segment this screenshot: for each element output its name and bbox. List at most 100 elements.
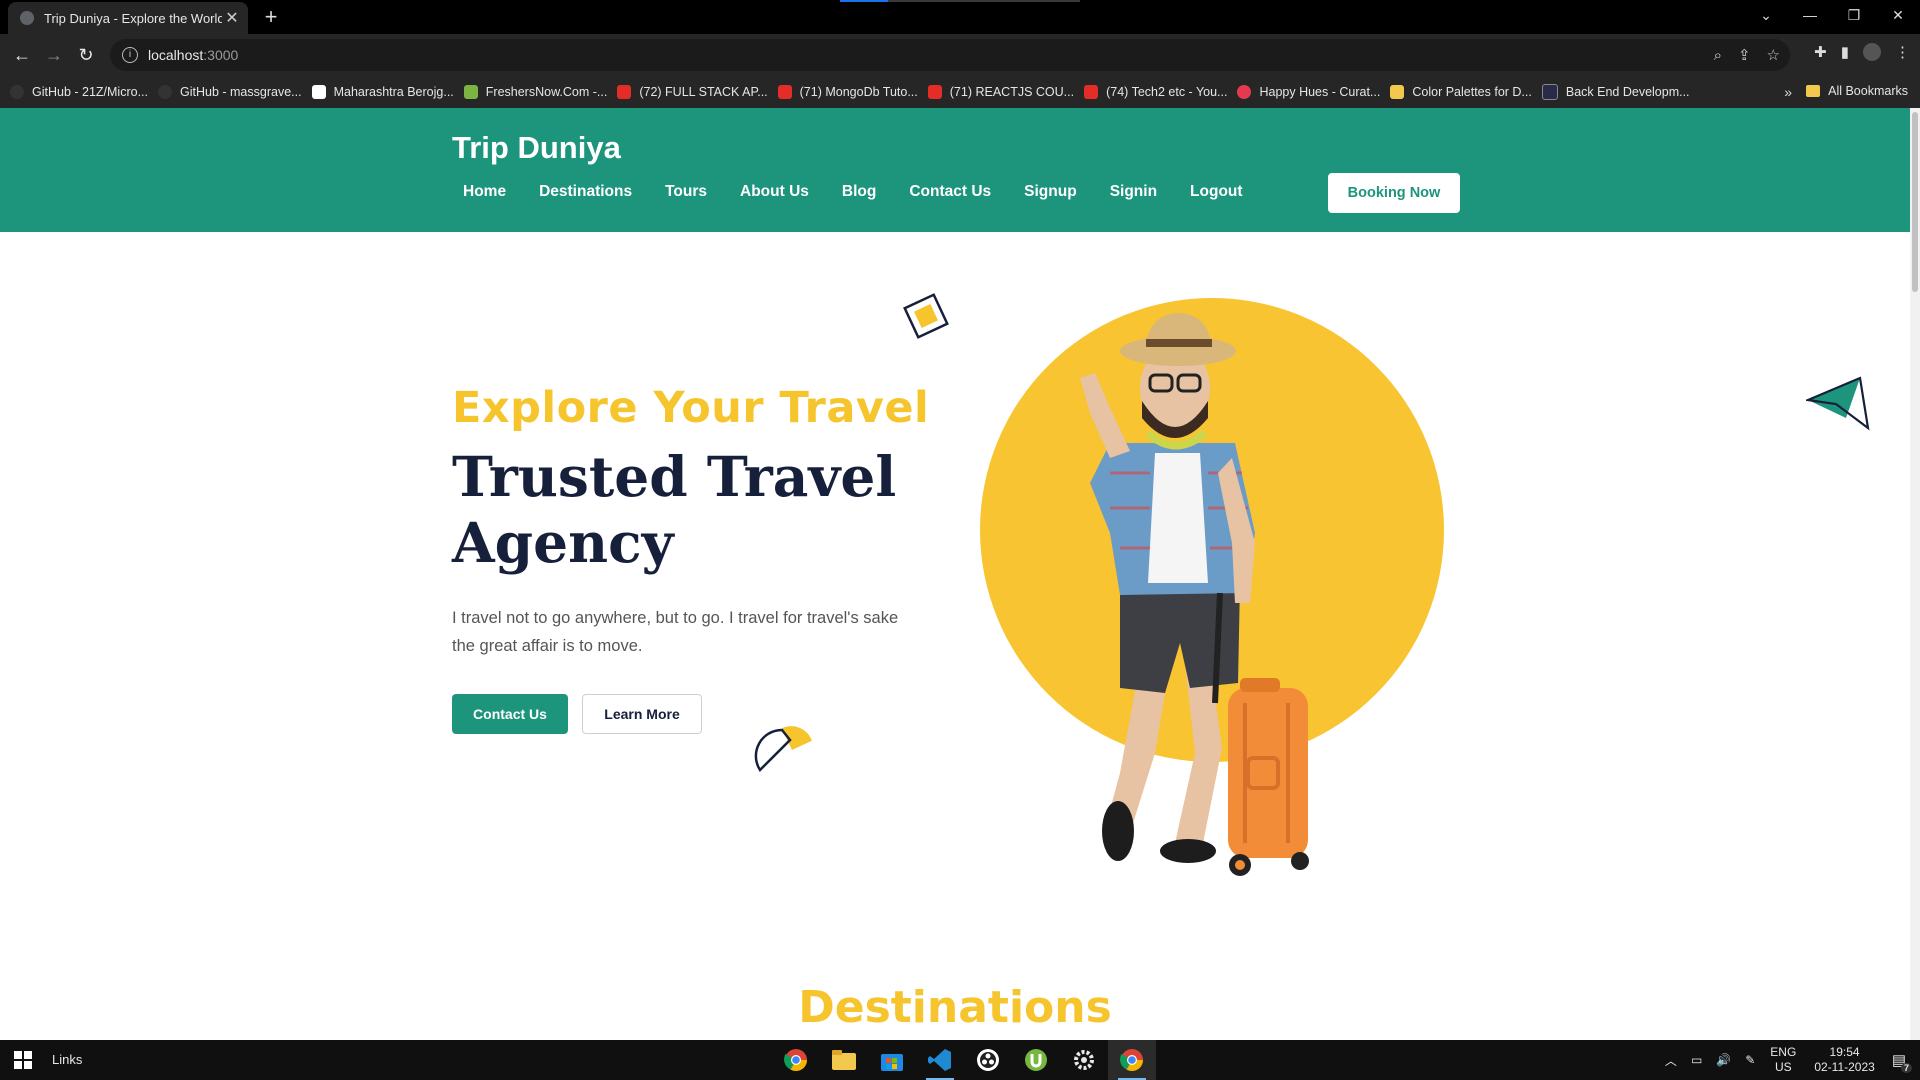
- browser-tab-bar: Trip Duniya - Explore the World ✕ + ⌄ — …: [0, 0, 1920, 34]
- address-bar[interactable]: i localhost:3000 ⌕ ⇪ ☆: [110, 39, 1790, 71]
- notification-icon[interactable]: ▤ 7: [1892, 1051, 1912, 1073]
- bookmark-item[interactable]: Happy Hues - Curat...: [1237, 85, 1380, 99]
- tab-title: Trip Duniya - Explore the World: [44, 10, 222, 26]
- zoom-icon[interactable]: ⌕: [1714, 47, 1722, 64]
- language-indicator[interactable]: ENG US: [1770, 1045, 1796, 1075]
- site-header: Trip Duniya Home Destinations Tours Abou…: [0, 108, 1910, 232]
- clock[interactable]: 19:54 02-11-2023: [1814, 1045, 1875, 1075]
- vscode-icon[interactable]: [916, 1040, 964, 1080]
- close-window-button[interactable]: ✕: [1876, 0, 1920, 30]
- windows-start-icon[interactable]: [14, 1051, 32, 1069]
- site-logo[interactable]: Trip Duniya: [452, 130, 621, 166]
- utorrent-icon[interactable]: [1012, 1040, 1060, 1080]
- all-bookmarks-button[interactable]: All Bookmarks: [1806, 84, 1908, 98]
- windows-taskbar: Links ︿ ▭ 🔊 ✎ ENG US 19:54 02-11-2023 ▤ …: [0, 1040, 1920, 1080]
- traveler-illustration: [980, 298, 1444, 876]
- emblem-icon: [311, 85, 326, 99]
- system-tray: ︿ ▭ 🔊 ✎ ENG US 19:54 02-11-2023 ▤ 7: [1658, 1040, 1920, 1080]
- chrome-active-icon[interactable]: [1108, 1040, 1156, 1080]
- side-panel-icon[interactable]: ▮: [1841, 43, 1849, 67]
- menu-icon[interactable]: ⋮: [1895, 43, 1910, 67]
- bookmark-item[interactable]: Color Palettes for D...: [1390, 85, 1532, 99]
- extensions-icon[interactable]: ✚: [1814, 43, 1827, 67]
- bookmarks-bar: GitHub - 21Z/Micro... GitHub - massgrave…: [0, 76, 1920, 108]
- more-bookmarks-button[interactable]: »: [1784, 84, 1792, 100]
- pen-icon[interactable]: ✎: [1745, 1053, 1755, 1067]
- nav-logout[interactable]: Logout: [1190, 183, 1243, 201]
- half-circle-shape-icon: [754, 726, 812, 772]
- globe-icon: [20, 11, 34, 25]
- bookmark-item[interactable]: (74) Tech2 etc - You...: [1084, 85, 1227, 99]
- meet-now-icon[interactable]: ▭: [1691, 1053, 1702, 1067]
- page-scrollbar[interactable]: [1910, 108, 1920, 1040]
- obs-icon[interactable]: [964, 1040, 1012, 1080]
- volume-icon[interactable]: 🔊: [1716, 1053, 1731, 1067]
- browser-tab[interactable]: Trip Duniya - Explore the World ✕: [8, 2, 248, 34]
- chrome-icon[interactable]: [772, 1040, 820, 1080]
- taskbar-apps: [772, 1040, 1156, 1080]
- restore-button[interactable]: ❐: [1832, 0, 1876, 30]
- nav-home[interactable]: Home: [463, 183, 506, 201]
- hero-title: Trusted Travel Agency: [452, 444, 897, 575]
- bookmark-item[interactable]: FreshersNow.Com -...: [463, 85, 607, 99]
- forward-button[interactable]: →: [42, 43, 66, 67]
- backend-icon: [1541, 84, 1558, 100]
- store-icon[interactable]: [868, 1040, 916, 1080]
- nav-signup[interactable]: Signup: [1024, 183, 1077, 201]
- learn-more-button[interactable]: Learn More: [582, 694, 702, 734]
- back-button[interactable]: ←: [10, 43, 34, 67]
- file-explorer-icon[interactable]: [820, 1040, 868, 1080]
- palette-icon: [1390, 85, 1405, 99]
- nav-signin[interactable]: Signin: [1110, 183, 1157, 201]
- new-tab-button[interactable]: +: [258, 4, 284, 30]
- nav-blog[interactable]: Blog: [842, 183, 876, 201]
- diamond-shape-icon: [903, 293, 949, 339]
- hero-subtitle: Explore Your Travel: [452, 383, 930, 433]
- page-viewport: Trip Duniya Home Destinations Tours Abou…: [0, 108, 1910, 1040]
- reload-button[interactable]: ↻: [74, 43, 98, 67]
- bookmark-item[interactable]: GitHub - 21Z/Micro...: [10, 85, 148, 99]
- close-tab-icon[interactable]: ✕: [222, 8, 242, 28]
- loading-indicator: [840, 0, 1080, 2]
- happy-hues-icon: [1237, 85, 1252, 99]
- share-icon[interactable]: ⇪: [1738, 46, 1751, 64]
- url-host: localhost: [148, 47, 204, 63]
- chevron-up-icon[interactable]: ︿: [1665, 1052, 1677, 1069]
- paper-plane-icon: [1806, 376, 1870, 431]
- bookmark-star-icon[interactable]: ☆: [1767, 46, 1780, 64]
- youtube-icon: [777, 85, 792, 99]
- nav-contact-us[interactable]: Contact Us: [909, 183, 991, 201]
- tab-search-icon[interactable]: ⌄: [1744, 0, 1788, 30]
- bookmark-item[interactable]: GitHub - massgrave...: [158, 85, 302, 99]
- destinations-heading: Destinations: [798, 982, 1112, 1033]
- url-port: :3000: [203, 47, 239, 63]
- contact-us-button[interactable]: Contact Us: [452, 694, 568, 734]
- youtube-icon: [927, 85, 942, 99]
- leaf-icon: [463, 85, 478, 99]
- settings-icon[interactable]: [1060, 1040, 1108, 1080]
- github-icon: [10, 85, 24, 99]
- nav-destinations[interactable]: Destinations: [539, 183, 632, 201]
- clock-time: 19:54: [1829, 1045, 1860, 1059]
- info-icon[interactable]: i: [122, 47, 138, 63]
- folder-icon: [1806, 85, 1821, 97]
- bookmark-item[interactable]: (72) FULL STACK AP...: [617, 85, 768, 99]
- nav-tours[interactable]: Tours: [665, 183, 707, 201]
- clock-date: 02-11-2023: [1814, 1060, 1875, 1074]
- bookmark-item[interactable]: Maharashtra Berojg...: [311, 85, 454, 99]
- hero-description: I travel not to go anywhere, but to go. …: [452, 609, 899, 655]
- youtube-icon: [1084, 85, 1099, 99]
- bookmark-item[interactable]: (71) REACTJS COU...: [927, 85, 1074, 99]
- bookmark-item[interactable]: Back End Developm...: [1541, 84, 1690, 100]
- links-toolbar[interactable]: Links: [52, 1052, 82, 1067]
- notification-count: 7: [1900, 1063, 1912, 1073]
- minimize-button[interactable]: —: [1788, 0, 1832, 30]
- github-icon: [158, 85, 172, 99]
- youtube-icon: [617, 85, 632, 99]
- nav-about-us[interactable]: About Us: [740, 183, 809, 201]
- booking-now-button[interactable]: Booking Now: [1328, 173, 1460, 213]
- bookmark-item[interactable]: (71) MongoDb Tuto...: [777, 85, 918, 99]
- profile-avatar[interactable]: [1863, 43, 1881, 61]
- main-nav: Home Destinations Tours About Us Blog Co…: [452, 172, 1265, 212]
- browser-toolbar: ← → ↻ i localhost:3000 ⌕ ⇪ ☆ ✚ ▮ ⋮: [0, 34, 1920, 76]
